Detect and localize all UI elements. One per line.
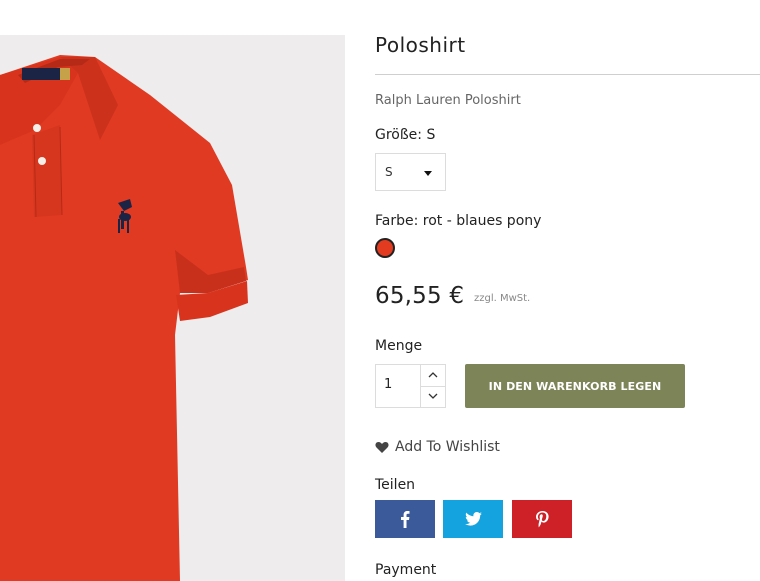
tax-note: zzgl. MwSt. xyxy=(474,293,531,304)
quantity-label: Menge xyxy=(375,338,423,354)
quantity-increase-button[interactable] xyxy=(421,365,445,387)
size-selected-value: S xyxy=(385,165,393,179)
chevron-down-icon xyxy=(428,393,438,399)
quantity-stepper-controls xyxy=(420,365,445,407)
product-image[interactable] xyxy=(0,35,345,581)
facebook-icon xyxy=(401,511,410,528)
pinterest-icon xyxy=(535,510,549,527)
twitter-icon xyxy=(464,512,482,526)
payment-label: Payment xyxy=(375,562,437,578)
wishlist-label: Add To Wishlist xyxy=(395,439,500,455)
add-to-cart-button[interactable]: IN DEN WARENKORB LEGEN xyxy=(465,364,685,408)
product-subtitle: Ralph Lauren Poloshirt xyxy=(375,93,521,108)
size-label: Größe: S xyxy=(375,127,436,143)
color-swatch-red[interactable] xyxy=(375,238,395,258)
quantity-input[interactable]: 1 xyxy=(384,377,392,392)
product-info: Poloshirt Ralph Lauren Poloshirt Größe: … xyxy=(375,0,760,581)
caret-down-icon xyxy=(424,171,432,176)
product-page: Poloshirt Ralph Lauren Poloshirt Größe: … xyxy=(0,0,760,581)
chevron-up-icon xyxy=(428,372,438,378)
size-select[interactable]: S xyxy=(375,153,446,191)
color-label: Farbe: rot - blaues pony xyxy=(375,213,542,229)
share-twitter-button[interactable] xyxy=(443,500,503,538)
product-title: Poloshirt xyxy=(375,33,466,57)
polo-shirt-image xyxy=(0,55,248,581)
heart-icon xyxy=(375,442,389,453)
product-price: 65,55 € xyxy=(375,283,465,309)
title-divider xyxy=(375,74,760,75)
share-pinterest-button[interactable] xyxy=(512,500,572,538)
quantity-stepper[interactable]: 1 xyxy=(375,364,446,408)
share-label: Teilen xyxy=(375,477,416,493)
share-facebook-button[interactable] xyxy=(375,500,435,538)
quantity-decrease-button[interactable] xyxy=(421,386,445,407)
